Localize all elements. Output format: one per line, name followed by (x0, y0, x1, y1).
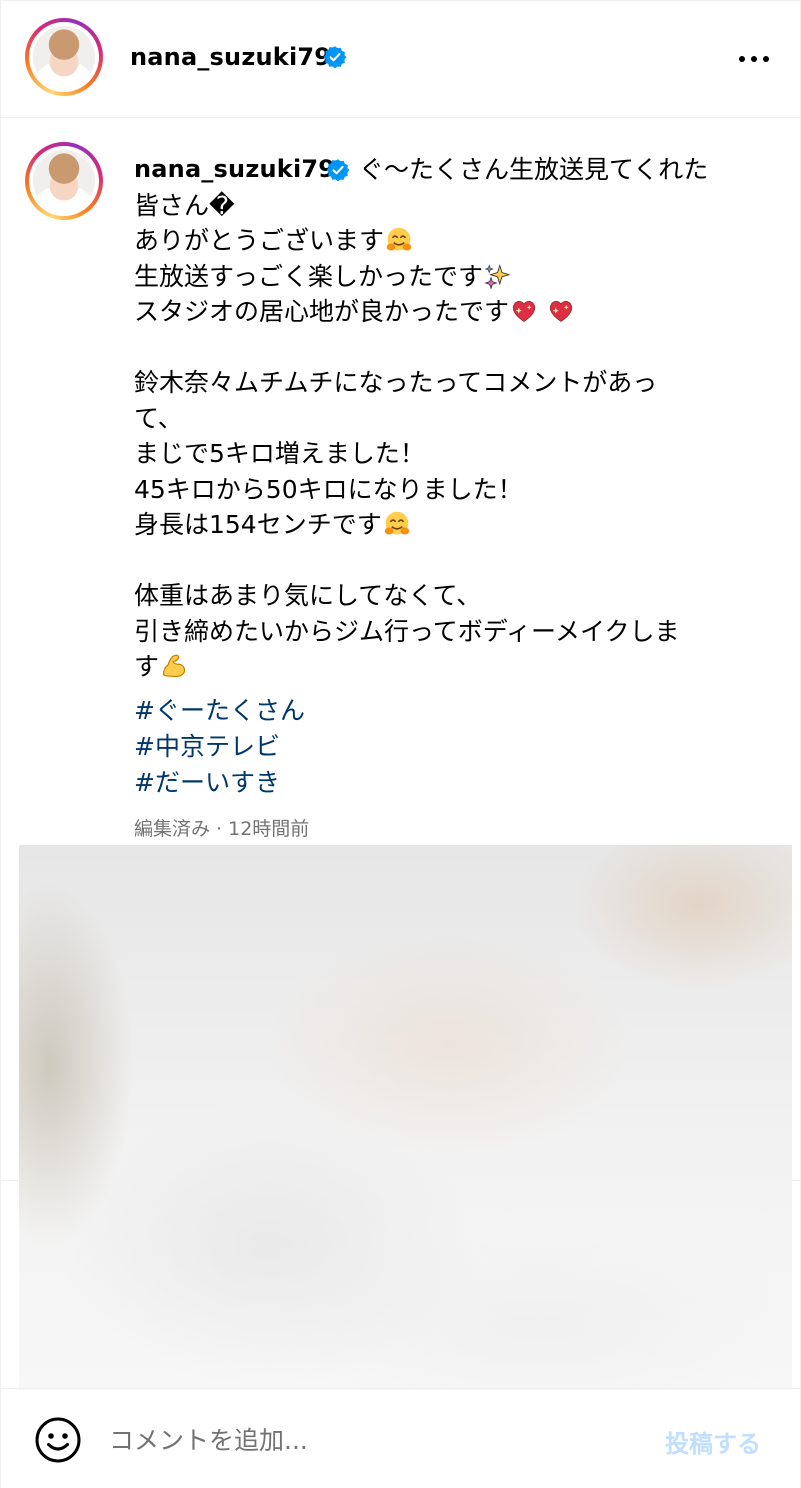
post-timestamp: 編集済み · 12時間前 (134, 818, 310, 840)
sparkling-heart-emoji (549, 301, 573, 322)
caption-line: 皆さん� (134, 190, 235, 220)
hashtag-link[interactable]: #ぐーたくさん (134, 691, 305, 727)
caption-line: て、 (134, 403, 183, 433)
caption-line: ぐ〜たくさん生放送見てくれた (359, 155, 709, 184)
avatar-photo (33, 150, 95, 212)
dot-icon (739, 56, 745, 62)
caption-line: 体重はあまり気にしてなくて、 (134, 581, 482, 610)
hugging-face-emoji (384, 511, 409, 535)
post-header: nana_suzuki79 (1, 0, 801, 118)
sparkles-emoji (484, 263, 511, 290)
caption-line: まじで5キロ増えました！ (134, 439, 425, 468)
hugging-face-emoji (386, 227, 412, 251)
avatar-photo (33, 26, 95, 88)
caption-line: スタジオの居心地が良かったです (134, 297, 510, 326)
blurred-media-image (19, 845, 792, 1390)
author-avatar[interactable] (25, 18, 103, 96)
caption-line: 身長は154センチです (134, 510, 382, 539)
verified-badge-icon (323, 46, 347, 69)
caption-text: ぐ〜たくさん生放送見てくれた 皆さん� ありがとうございます 生放送すっごく楽し… (134, 152, 764, 685)
hashtag-link[interactable]: #だーいすき (134, 763, 280, 799)
divider (1, 1180, 19, 1181)
caption-line: 生放送すっごく楽しかったです (134, 261, 484, 291)
caption-username[interactable]: nana_suzuki79 (134, 155, 335, 183)
caption-line: す (134, 652, 160, 681)
caption-line: 引き締めたいからジム行ってボディーメイクしま (134, 616, 680, 646)
caption-line: 鈴木奈々ムチムチになったってコメントがあっ (134, 368, 658, 397)
caption-author-avatar[interactable] (25, 142, 103, 220)
dot-icon (763, 56, 769, 62)
comment-input[interactable] (109, 1418, 639, 1462)
flexed-biceps-emoji (162, 654, 186, 678)
caption-line: ありがとうございます (134, 226, 385, 255)
dot-icon (751, 56, 757, 62)
caption-line: 45キロから50キロになりました！ (134, 474, 523, 504)
divider (792, 1180, 801, 1181)
post-comment-button[interactable]: 投稿する (665, 1424, 761, 1459)
post-panel: nana_suzuki79 ぐ〜たくさん生放送見てくれた 皆さん� ありがとうご… (0, 0, 801, 1488)
hashtag-link[interactable]: #中京テレビ (134, 727, 280, 763)
sparkling-heart-emoji (512, 301, 536, 322)
verified-badge-icon (326, 159, 350, 182)
smiley-icon[interactable] (34, 1416, 82, 1464)
more-options-button[interactable] (733, 43, 775, 73)
author-username[interactable]: nana_suzuki79 (130, 43, 331, 71)
